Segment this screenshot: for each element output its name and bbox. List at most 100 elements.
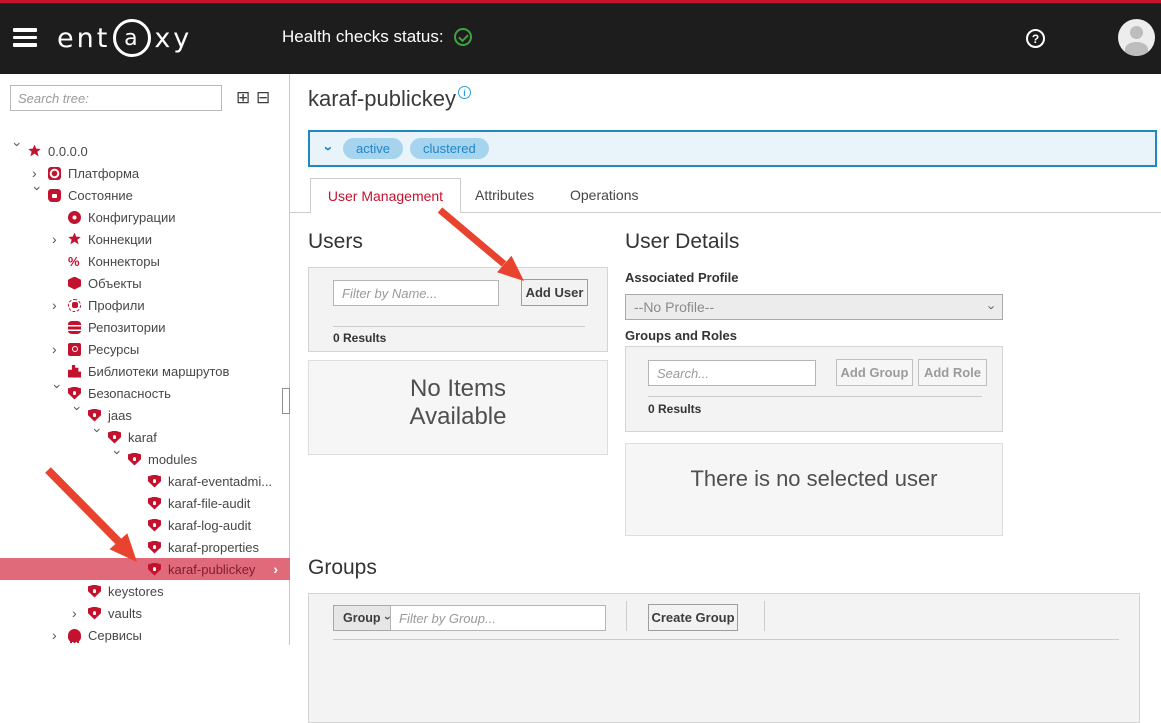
tree-item-Платформа[interactable]: › Платформа <box>0 162 290 184</box>
shield-icon <box>148 563 161 576</box>
menu-icon[interactable] <box>13 28 37 47</box>
tree-item-modules[interactable]: › modules <box>0 448 290 470</box>
chevron-down-icon[interactable]: › <box>111 450 125 466</box>
tree-item-label: Состояние <box>68 188 133 203</box>
tree-item-Объекты[interactable]: Объекты <box>0 272 290 294</box>
tree-item-jaas[interactable]: ›jaas <box>0 404 290 426</box>
chevron-right-icon[interactable]: › <box>273 561 278 577</box>
connections-icon <box>68 233 81 246</box>
chevron-right-icon[interactable]: › <box>72 606 88 620</box>
tab-attributes[interactable]: Attributes <box>475 178 534 212</box>
tree-search-row: ⊞ ⊟ <box>10 85 280 111</box>
status-bar: › active clustered <box>308 130 1157 167</box>
associated-profile-select[interactable]: --No Profile-- › <box>625 294 1003 320</box>
info-icon[interactable]: i <box>458 86 471 99</box>
shield-icon <box>148 519 161 532</box>
tree-item-karaf-properties[interactable]: karaf-properties <box>0 536 290 558</box>
tree-item-Безопасность[interactable]: ›Безопасность <box>0 382 290 404</box>
profiles-icon <box>68 299 81 312</box>
chevron-down-icon: › <box>984 305 999 309</box>
page-title-text: karaf-publickey <box>308 86 456 111</box>
chevron-down-icon[interactable]: › <box>31 186 45 202</box>
tree-item-label: keystores <box>108 584 164 599</box>
chevron-right-icon[interactable]: › <box>32 166 48 180</box>
users-empty-text: No Items Available <box>373 375 543 431</box>
shield-icon <box>108 431 121 444</box>
tree-item-keystores[interactable]: keystores <box>0 580 290 602</box>
tree-item-label: Коннекции <box>88 232 152 247</box>
tree-item-karaf-log-audit[interactable]: karaf-log-audit <box>0 514 290 536</box>
chevron-down-icon[interactable]: › <box>11 142 25 158</box>
users-empty-panel: No Items Available <box>308 360 608 455</box>
chevron-down-icon[interactable]: › <box>91 428 105 444</box>
tree-item-Репозитории[interactable]: Репозитории <box>0 316 290 338</box>
chevron-right-icon[interactable]: › <box>52 342 68 356</box>
add-user-button[interactable]: Add User <box>521 279 588 306</box>
tree-item-karaf-file-audit[interactable]: karaf-file-audit <box>0 492 290 514</box>
expand-all-icon[interactable]: ⊞ <box>236 87 250 109</box>
users-results-count: 0 Results <box>333 331 386 345</box>
status-badge: active <box>343 138 403 159</box>
sidebar-scrollbar-thumb[interactable] <box>282 388 290 414</box>
shield-icon <box>88 585 101 598</box>
collapse-all-icon[interactable]: ⊟ <box>256 87 270 109</box>
avatar[interactable] <box>1118 19 1155 56</box>
tree-item-Коннекции[interactable]: › Коннекции <box>0 228 290 250</box>
help-icon[interactable]: ? <box>1026 29 1045 48</box>
associated-profile-label: Associated Profile <box>625 270 738 285</box>
tree: ›0.0.0.0›Платформа›СостояниеКонфигурации… <box>0 140 290 646</box>
groups-roles-panel: Add Group Add Role 0 Results <box>625 346 1003 432</box>
tree-item-label: karaf-log-audit <box>168 518 251 533</box>
create-group-button[interactable]: Create Group <box>648 604 738 631</box>
shield-icon <box>148 541 161 554</box>
health-status: Health checks status: <box>282 0 472 74</box>
chevron-down-icon[interactable]: › <box>51 384 65 400</box>
route-libraries-icon <box>68 365 81 378</box>
tree-item-Состояние[interactable]: › Состояние <box>0 184 290 206</box>
divider <box>764 601 765 631</box>
tree-item-label: Сервисы <box>88 628 142 643</box>
chevron-right-icon[interactable]: › <box>52 298 68 312</box>
tab-operations[interactable]: Operations <box>570 178 638 212</box>
tree-item-karaf[interactable]: › karaf <box>0 426 290 448</box>
entaxy-logo: entaxy <box>57 15 192 61</box>
main-content: karaf-publickeyi › active clustered User… <box>290 74 1161 645</box>
users-toolbar-panel: Add User 0 Results <box>308 267 608 352</box>
tree-item-label: modules <box>148 452 197 467</box>
chevron-right-icon[interactable]: › <box>52 232 68 246</box>
add-group-button[interactable]: Add Group <box>836 359 913 386</box>
groups-roles-search-input[interactable] <box>648 360 816 386</box>
no-selected-user-text: There is no selected user <box>626 466 1002 492</box>
tree-item-label: Платформа <box>68 166 139 181</box>
tree-item-karaf-eventadmi...[interactable]: karaf-eventadmi... <box>0 470 290 492</box>
filter-by-group-input[interactable] <box>390 605 606 631</box>
tree-item-Ресурсы[interactable]: ›Ресурсы <box>0 338 290 360</box>
filter-by-name-input[interactable] <box>333 280 499 306</box>
no-selected-user-panel: There is no selected user <box>625 443 1003 536</box>
tree-item-vaults[interactable]: ›vaults <box>0 602 290 624</box>
tree-item-label: Библиотеки маршрутов <box>88 364 229 379</box>
tree-item-Конфигурации[interactable]: Конфигурации <box>0 206 290 228</box>
chevron-down-icon[interactable]: › <box>320 146 337 151</box>
services-icon <box>68 629 81 642</box>
tree-item-label: karaf <box>128 430 157 445</box>
chevron-down-icon[interactable]: › <box>71 406 85 422</box>
tree-item-label: karaf-file-audit <box>168 496 250 511</box>
state-icon <box>48 189 61 202</box>
tree-item-Сервисы[interactable]: › Сервисы <box>0 624 290 646</box>
divider <box>648 396 982 397</box>
groups-toolbar-panel: Group › Create Group <box>308 593 1140 723</box>
tree-item-Профили[interactable]: ›Профили <box>0 294 290 316</box>
logo-text-left: ent <box>57 23 110 54</box>
add-role-button[interactable]: Add Role <box>918 359 987 386</box>
tree-item-Библиотеки маршрутов[interactable]: Библиотеки маршрутов <box>0 360 290 382</box>
tree-item-karaf-publickey[interactable]: karaf-publickey› <box>0 558 290 580</box>
tree-item-0.0.0.0[interactable]: ›0.0.0.0 <box>0 140 290 162</box>
tab-user-management[interactable]: User Management <box>310 178 461 213</box>
objects-icon <box>68 277 81 290</box>
tree-item-Коннекторы[interactable]: Коннекторы <box>0 250 290 272</box>
search-tree-input[interactable] <box>10 85 222 111</box>
repositories-icon <box>68 321 81 334</box>
tree-item-label: Коннекторы <box>88 254 160 269</box>
chevron-right-icon[interactable]: › <box>52 628 68 642</box>
